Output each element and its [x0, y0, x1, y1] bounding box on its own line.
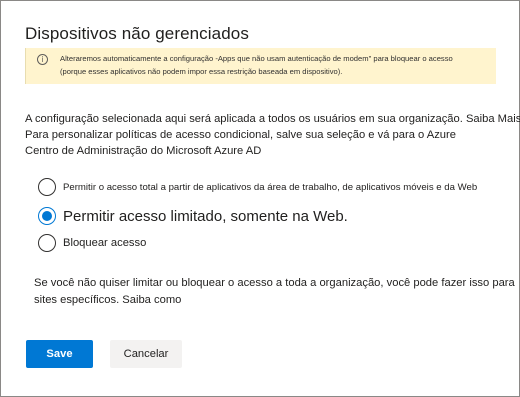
page-title: Dispositivos não gerenciados	[25, 24, 249, 43]
option-block-access[interactable]: Bloquear acesso	[38, 234, 146, 252]
cancel-button[interactable]: Cancelar	[110, 340, 182, 368]
description-line1: A configuração selecionada aqui será apl…	[25, 113, 520, 125]
description-line2: Para personalizar políticas de acesso co…	[25, 129, 456, 141]
option-limited-web-access[interactable]: Permitir acesso limitado, somente na Web…	[38, 207, 348, 225]
radio-limited-web-access[interactable]	[38, 207, 56, 225]
radio-full-access[interactable]	[38, 178, 56, 196]
option-full-access[interactable]: Permitir o acesso total a partir de apli…	[38, 178, 477, 196]
site-specific-note: Se você não quiser limitar ou bloquear o…	[34, 275, 515, 309]
option-full-access-label[interactable]: Permitir o acesso total a partir de apli…	[63, 182, 477, 193]
unmanaged-devices-panel: Dispositivos não gerenciados i Alterarem…	[0, 0, 520, 397]
note-line2: sites específicos. Saiba como	[34, 294, 182, 306]
note-line1: Se você não quiser limitar ou bloquear o…	[34, 277, 515, 289]
warning-banner: i Alteraremos automaticamente a configur…	[25, 48, 496, 84]
info-icon: i	[37, 54, 48, 65]
save-button[interactable]: Save	[26, 340, 93, 368]
option-limited-web-access-label[interactable]: Permitir acesso limitado, somente na Web…	[63, 208, 348, 225]
option-block-access-label[interactable]: Bloquear acesso	[63, 237, 146, 249]
warning-text-line1: Alteraremos automaticamente a configuraç…	[60, 54, 453, 63]
description-text: A configuração selecionada aqui será apl…	[25, 111, 520, 159]
warning-text-line2: (porque esses aplicativos não podem impo…	[60, 67, 343, 76]
radio-block-access[interactable]	[38, 234, 56, 252]
description-line3: Centro de Administração do Microsoft Azu…	[25, 145, 262, 157]
